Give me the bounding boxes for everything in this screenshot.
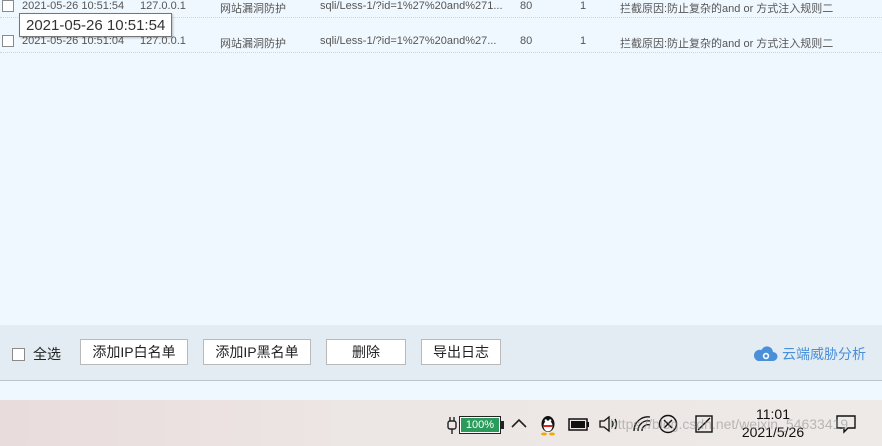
battery-level: 100% [461,418,499,432]
power-plug-icon [447,417,457,434]
log-type: 网站漏洞防护 [220,38,286,50]
delete-button[interactable]: 删除 [326,339,406,365]
log-type: 网站漏洞防护 [220,3,286,15]
qq-penguin-icon[interactable] [538,414,558,436]
log-port: 80 [520,0,533,12]
cloud-eye-icon [753,346,778,361]
chevron-up-icon[interactable] [510,415,528,431]
keyboard-icon[interactable] [568,417,590,431]
battery-indicator[interactable]: 100% [445,415,505,435]
cloud-analysis-label: 云端威胁分析 [782,346,866,362]
watermark-text: https://blog.csdn.net/weixin_54633419 [610,416,849,432]
checkbox-box[interactable] [12,348,25,361]
log-ip: 127.0.0.1 [140,0,186,12]
row-checkbox[interactable] [2,0,14,12]
export-log-button[interactable]: 导出日志 [421,339,501,365]
log-url: sqli/Less-1/?id=1%27%20and%27... [320,35,497,47]
log-port: 80 [520,35,533,47]
log-reason: 拦截原因:防止复杂的and or 方式注入规则二 [620,38,834,50]
add-whitelist-button[interactable]: 添加IP白名单 [80,339,188,365]
log-time: 2021-05-26 10:51:54 [22,0,125,12]
row-checkbox[interactable] [2,35,14,47]
log-reason: 拦截原因:防止复杂的and or 方式注入规则二 [620,3,834,15]
select-all-checkbox[interactable]: 全选 [12,344,61,364]
log-list: 2021-05-26 10:51:54 127.0.0.1 网站漏洞防护 sql… [0,0,882,325]
action-footer: 全选 添加IP白名单 添加IP黑名单 删除 导出日志 云端威胁分析 [0,325,882,381]
cloud-threat-analysis-link[interactable]: 云端威胁分析 [752,344,866,364]
log-count: 1 [580,35,587,47]
log-count: 1 [580,0,587,12]
taskbar: 100% 11:01 2021/5/26 https://blog.csdn.n… [0,400,882,446]
window-gap [0,382,882,400]
time-tooltip: 2021-05-26 10:51:54 [19,13,173,37]
add-blacklist-button[interactable]: 添加IP黑名单 [203,339,311,365]
log-url: sqli/Less-1/?id=1%27%20and%271... [320,0,503,12]
select-all-label: 全选 [33,346,61,362]
